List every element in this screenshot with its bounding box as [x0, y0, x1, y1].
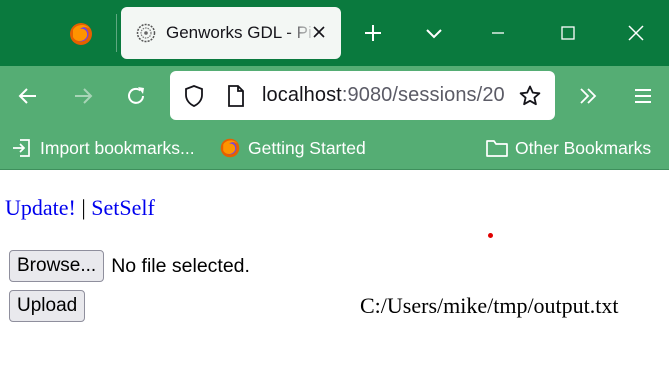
url-bar[interactable]: localhost:9080/sessions/20 [170, 71, 555, 120]
file-input[interactable]: Browse... No file selected. [9, 250, 250, 282]
maximize-icon[interactable] [552, 17, 584, 49]
double-chevron-right-icon[interactable] [573, 81, 603, 111]
getting-started-item[interactable]: Getting Started [218, 135, 366, 161]
tab-separator [116, 14, 117, 52]
tab-strip: Genworks GDL - Pi [0, 0, 669, 66]
minimize-icon[interactable] [482, 17, 514, 49]
forward-arrow-icon[interactable] [68, 81, 98, 111]
folder-icon [485, 136, 509, 160]
reload-icon[interactable] [121, 81, 151, 111]
chevron-down-icon[interactable] [418, 17, 450, 49]
tab-active[interactable]: Genworks GDL - Pi [121, 7, 341, 59]
plus-icon[interactable] [357, 17, 389, 49]
back-arrow-icon[interactable] [13, 81, 43, 111]
genworks-favicon-icon [135, 22, 157, 44]
url-text[interactable]: localhost:9080/sessions/20 [262, 84, 512, 107]
url-path: :9080/sessions/20 [341, 84, 505, 106]
page-content: Update! | SetSelf Browse... No file sele… [0, 170, 669, 380]
page-icon[interactable] [223, 83, 249, 109]
close-icon[interactable] [309, 22, 329, 42]
shield-icon[interactable] [181, 83, 207, 109]
upload-button[interactable]: Upload [9, 290, 86, 322]
setself-link[interactable]: SetSelf [91, 195, 155, 220]
firefox-logo-icon [218, 136, 242, 160]
firefox-logo-icon[interactable] [66, 19, 96, 49]
other-bookmarks-label: Other Bookmarks [515, 137, 652, 158]
output-path-text: C:/Users/mike/tmp/output.txt [360, 293, 619, 318]
link-separator: | [81, 195, 86, 220]
red-dot-marker [488, 233, 493, 238]
tab-title: Genworks GDL - Pi [166, 23, 312, 42]
url-host: localhost [262, 84, 342, 106]
hamburger-menu-icon[interactable] [628, 81, 658, 111]
update-link[interactable]: Update! [5, 195, 76, 220]
import-bookmarks-label: Import bookmarks... [40, 137, 195, 158]
file-status-text: No file selected. [111, 254, 250, 277]
import-bookmarks-item[interactable]: Import bookmarks... [10, 135, 195, 161]
other-bookmarks-item[interactable]: Other Bookmarks [485, 135, 651, 161]
browse-button[interactable]: Browse... [9, 250, 105, 282]
star-icon[interactable] [517, 83, 543, 109]
upload-row: Upload [9, 290, 86, 322]
import-icon [10, 136, 34, 160]
getting-started-label: Getting Started [248, 137, 366, 158]
navigation-toolbar: localhost:9080/sessions/20 [0, 66, 669, 126]
bookmarks-toolbar: Import bookmarks... Getting Started Othe… [0, 126, 669, 169]
close-window-icon[interactable] [620, 17, 652, 49]
link-row: Update! | SetSelf [5, 195, 155, 221]
